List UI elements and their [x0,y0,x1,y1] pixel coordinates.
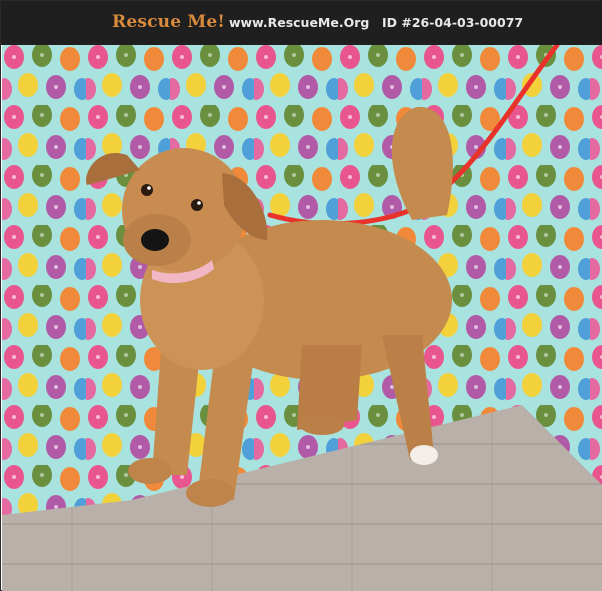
listing-card: Rescue Me! www.RescueMe.Org ID #26-04-03… [0,0,602,591]
photo-illustration [2,45,602,591]
pet-id: ID #26-04-03-00077 [382,15,524,30]
header-bar: Rescue Me! www.RescueMe.Org ID #26-04-03… [1,1,602,45]
brand-logo[interactable]: Rescue Me! [112,12,225,32]
pet-photo [2,45,602,591]
site-url[interactable]: www.RescueMe.Org [229,15,369,30]
